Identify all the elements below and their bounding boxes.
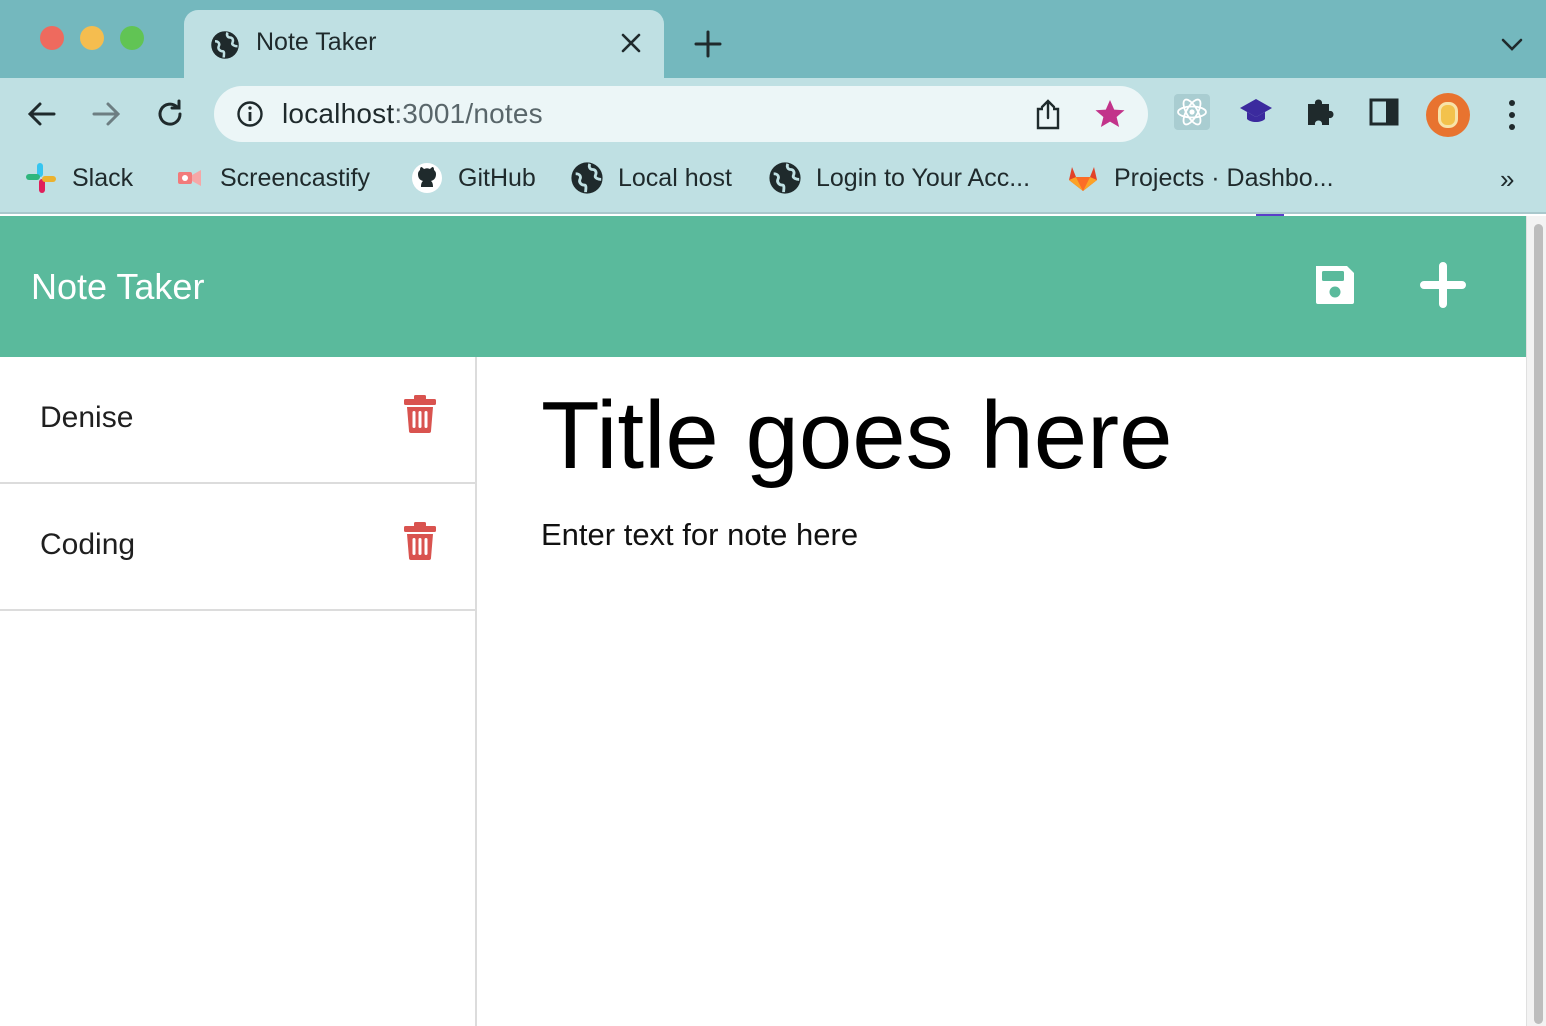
globe-icon <box>211 31 239 59</box>
list-item[interactable]: Denise <box>0 357 475 484</box>
plus-icon[interactable] <box>1420 262 1466 308</box>
side-panel-icon[interactable] <box>1366 94 1402 130</box>
trash-icon[interactable] <box>404 395 436 433</box>
bookmark-label: Screencastify <box>220 163 371 192</box>
chevron-down-icon[interactable] <box>1500 34 1524 54</box>
bookmark-projects-dashboard[interactable]: Projects · Dashbo... <box>1066 160 1334 196</box>
bookmark-label: Local host <box>618 163 732 192</box>
back-arrow-icon[interactable] <box>26 98 58 130</box>
trash-icon[interactable] <box>404 522 436 560</box>
note-title-input[interactable]: Title goes here <box>541 381 1172 491</box>
bookmarks-bar: Slack Screencastify GitHub Local host Lo… <box>0 150 1546 214</box>
close-icon[interactable] <box>620 32 642 54</box>
graduation-cap-extension-icon[interactable] <box>1238 94 1274 130</box>
react-devtools-icon[interactable] <box>1174 94 1210 130</box>
page: Note Taker Denise Coding Title goes here… <box>0 216 1526 1026</box>
screencastify-icon <box>178 170 201 186</box>
share-icon[interactable] <box>1034 98 1062 130</box>
bookmark-label: Slack <box>72 163 134 192</box>
bookmarks-overflow-button[interactable]: » <box>1500 164 1514 195</box>
globe-icon <box>571 162 603 194</box>
profile-avatar[interactable] <box>1426 93 1470 137</box>
scrollbar-thumb[interactable] <box>1534 224 1543 1024</box>
notes-list: Denise Coding <box>0 357 477 1026</box>
list-item[interactable]: Coding <box>0 484 475 611</box>
tab-title: Note Taker <box>256 28 377 56</box>
app-navbar: Note Taker <box>0 216 1526 357</box>
forward-arrow-icon[interactable] <box>90 98 122 130</box>
url-host: localhost <box>282 98 395 129</box>
active-tab[interactable]: Note Taker <box>184 10 664 78</box>
maximize-window-button[interactable] <box>120 26 144 50</box>
reload-icon[interactable] <box>154 98 186 130</box>
close-window-button[interactable] <box>40 26 64 50</box>
bookmark-label: Login to Your Acc... <box>816 163 1031 192</box>
bookmark-login[interactable]: Login to Your Acc... <box>768 160 1030 196</box>
new-tab-icon[interactable] <box>694 30 722 58</box>
info-icon[interactable] <box>236 100 264 128</box>
github-icon <box>412 163 442 193</box>
note-title[interactable]: Denise <box>40 401 133 435</box>
note-text-area[interactable]: Enter text for note here <box>541 517 858 553</box>
url-path: :3001/notes <box>394 98 543 129</box>
address-bar[interactable]: localhost:3001/notes <box>214 86 1148 142</box>
slack-icon <box>26 163 56 193</box>
minimize-window-button[interactable] <box>80 26 104 50</box>
tab-strip: Note Taker <box>0 0 1546 78</box>
avatar-figure <box>1438 102 1458 128</box>
bookmark-star-icon[interactable] <box>1094 98 1126 130</box>
save-icon[interactable] <box>1312 262 1358 308</box>
bookmark-slack[interactable]: Slack <box>24 160 133 196</box>
app-title[interactable]: Note Taker <box>31 266 204 308</box>
gitlab-icon <box>1069 167 1097 191</box>
globe-icon <box>769 162 801 194</box>
bookmark-github[interactable]: GitHub <box>410 160 536 196</box>
bookmark-local-host[interactable]: Local host <box>570 160 732 196</box>
bookmark-label: GitHub <box>458 163 536 192</box>
bookmark-screencastify[interactable]: Screencastify <box>172 160 370 196</box>
url-text[interactable]: localhost:3001/notes <box>282 98 543 130</box>
puzzle-extensions-icon[interactable] <box>1302 94 1338 130</box>
note-title[interactable]: Coding <box>40 528 135 562</box>
browser-toolbar: localhost:3001/notes 19 <box>0 78 1546 220</box>
browser-menu-icon[interactable] <box>1500 98 1524 132</box>
bookmark-label: Projects · Dashbo... <box>1114 163 1334 192</box>
page-scrollbar[interactable] <box>1526 216 1546 1026</box>
